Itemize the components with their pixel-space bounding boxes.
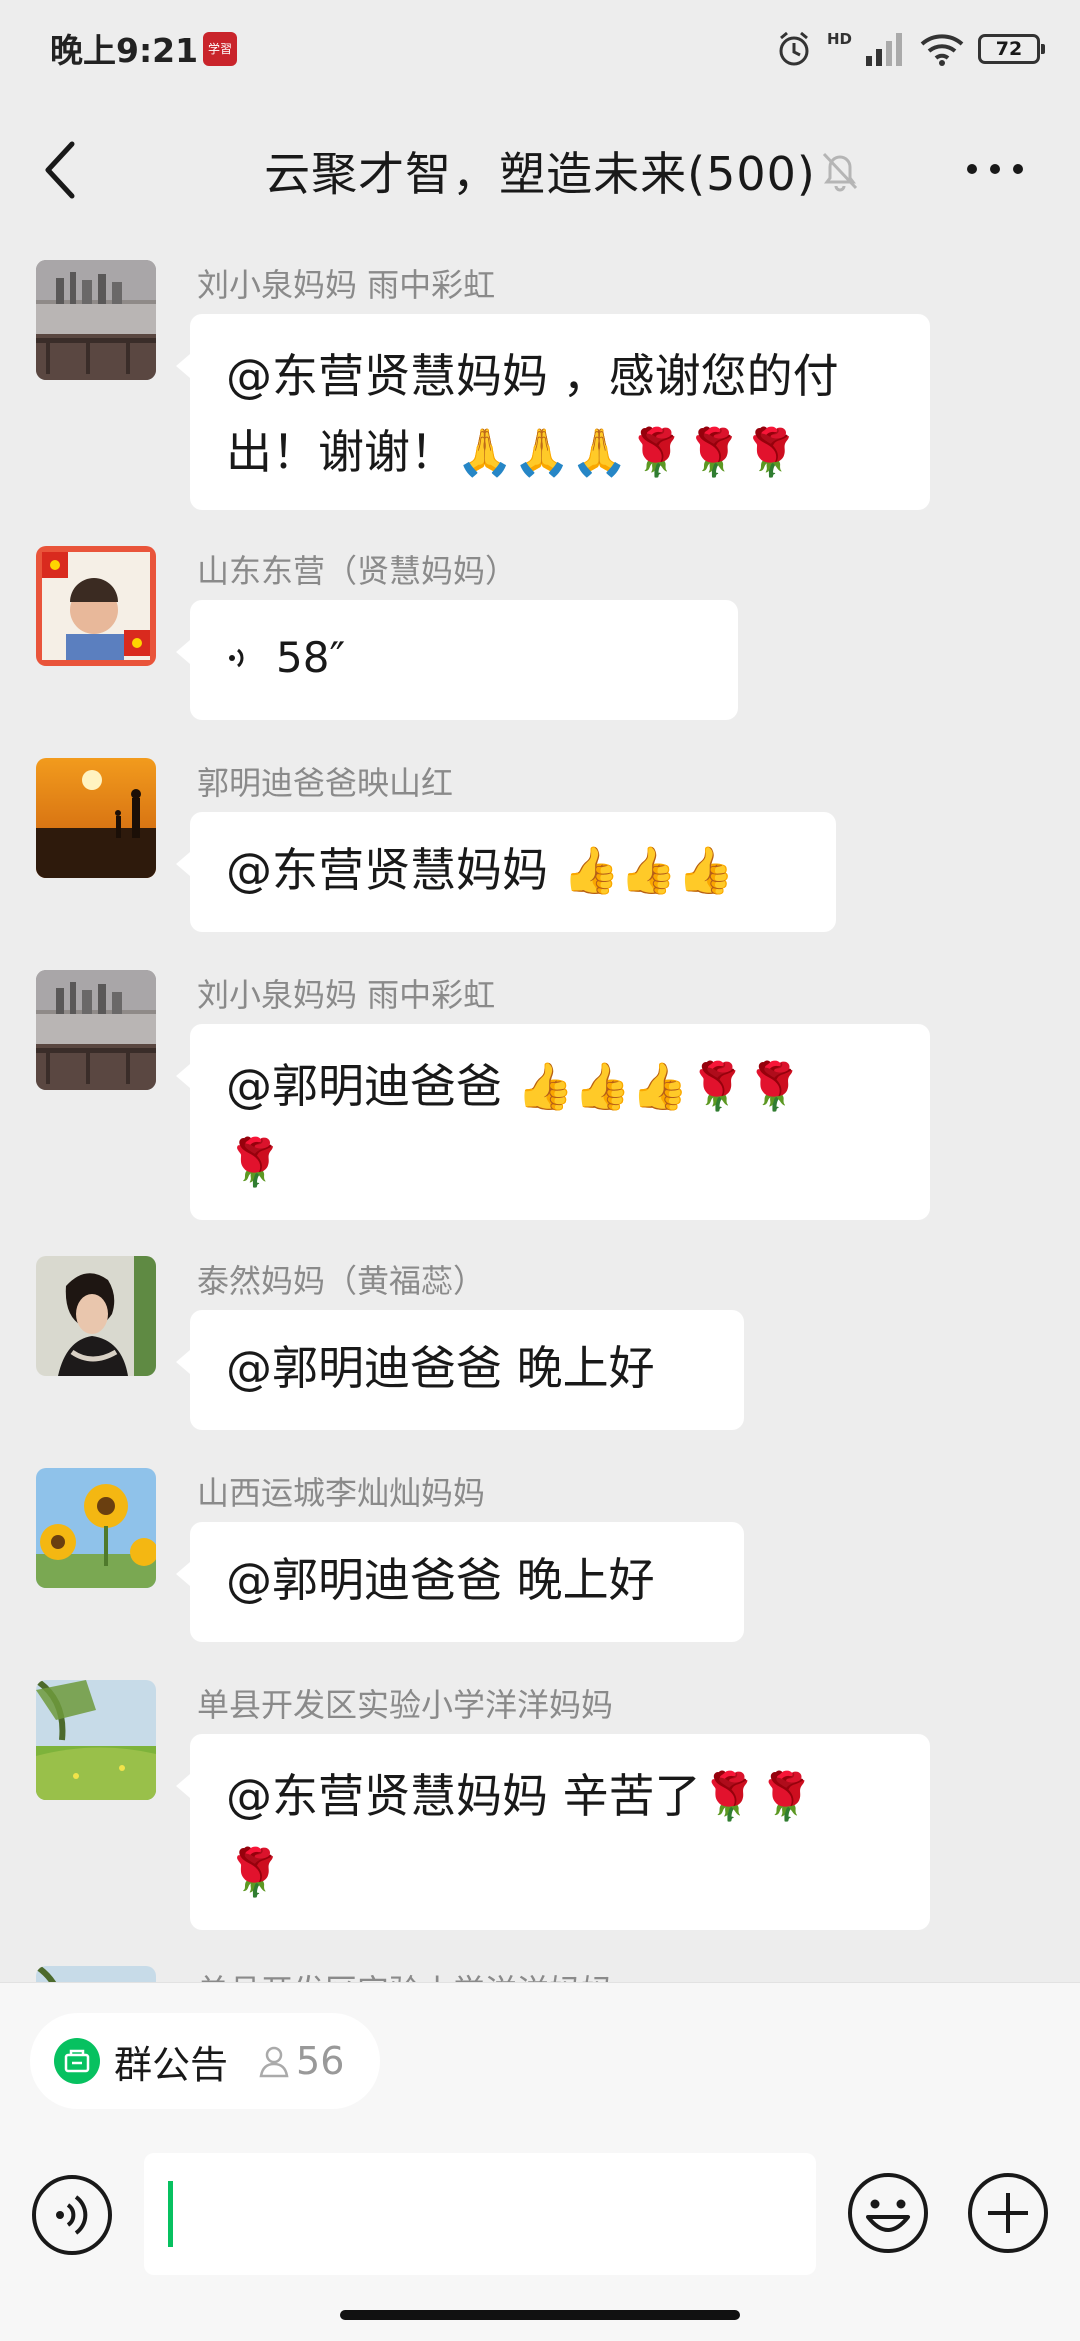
sender-name: 刘小泉妈妈 雨中彩虹: [197, 266, 496, 304]
hd-label: HD: [826, 30, 852, 48]
voice-wave-icon: [229, 648, 244, 668]
message-bubble[interactable]: @东营贤慧妈妈 👍👍👍: [176, 812, 836, 932]
voice-message: 58″: [226, 620, 702, 696]
sender-name: 山西运城李灿灿妈妈: [197, 1474, 486, 1512]
group-notice-label: 群公告: [114, 2042, 229, 2087]
avatar[interactable]: [36, 1966, 156, 1982]
voice-message-bubble[interactable]: 58″: [176, 600, 738, 720]
signal-icon: [866, 33, 902, 66]
message-bubble[interactable]: @郭明迪爸爸 晚上好: [176, 1522, 744, 1642]
message-text: 🌹: [226, 1135, 284, 1189]
message-bubble[interactable]: @东营贤慧妈妈 ，感谢您的付 出！谢谢！🙏🙏🙏🌹🌹🌹: [176, 314, 930, 510]
message-input[interactable]: [144, 2153, 816, 2275]
avatar[interactable]: [36, 1468, 156, 1588]
sender-name: 郭明迪爸爸映山红: [197, 764, 454, 802]
input-panel: 群公告 56: [0, 1982, 1080, 2341]
voice-duration: 58″: [276, 633, 346, 682]
battery-icon: 72: [978, 34, 1045, 64]
avatar[interactable]: [36, 970, 156, 1090]
member-count: 56: [256, 2039, 344, 2083]
more-dots-icon[interactable]: [960, 144, 1030, 194]
text-caret: [168, 2181, 173, 2247]
status-bar: 晚上9:21 学習 HD 72: [0, 0, 1080, 100]
message-text: @东营贤慧妈妈 👍👍👍: [226, 843, 735, 897]
avatar[interactable]: [36, 546, 156, 666]
avatar[interactable]: [36, 1680, 156, 1800]
app-notification-icon: 学習: [203, 32, 237, 66]
emoji-icon[interactable]: [846, 2171, 930, 2255]
avatar[interactable]: [36, 260, 156, 380]
group-notice-button[interactable]: 群公告 56: [30, 2013, 381, 2109]
member-count-value: 56: [296, 2039, 345, 2083]
message-text: @郭明迪爸爸 晚上好: [226, 1553, 655, 1607]
home-indicator[interactable]: [340, 2310, 740, 2320]
avatar[interactable]: [36, 758, 156, 878]
chat-header: 云聚才智，塑造未来(500): [0, 100, 1080, 240]
avatar[interactable]: [36, 1256, 156, 1376]
person-icon: [259, 2046, 289, 2078]
message-bubble[interactable]: @东营贤慧妈妈 辛苦了🌹🌹 🌹: [176, 1734, 930, 1930]
message-text: 出！谢谢！🙏🙏🙏🌹🌹🌹: [226, 425, 800, 479]
wifi-icon: [920, 34, 964, 66]
notice-icon: [54, 2038, 100, 2084]
message-bubble[interactable]: @郭明迪爸爸 晚上好: [176, 1310, 744, 1430]
chat-title: 云聚才智，塑造未来(500): [264, 147, 816, 201]
message-text: @东营贤慧妈妈 ，感谢您的付: [226, 349, 839, 403]
sender-name: 泰然妈妈（黄福蕊）: [197, 1262, 486, 1300]
sender-name: 单县开发区实验小学洋洋妈妈: [197, 1966, 613, 1982]
message-list[interactable]: 刘小泉妈妈 雨中彩虹 @东营贤慧妈妈 ，感谢您的付 出！谢谢！🙏🙏🙏🌹🌹🌹 山东…: [0, 240, 1080, 1982]
message-text: @东营贤慧妈妈 辛苦了🌹🌹: [226, 1769, 816, 1823]
message-text: @郭明迪爸爸 👍👍👍🌹🌹: [226, 1059, 803, 1113]
plus-icon[interactable]: [966, 2171, 1050, 2255]
message-text: 🌹: [226, 1845, 284, 1899]
message-text: @郭明迪爸爸 晚上好: [226, 1341, 655, 1395]
alarm-icon: [779, 31, 809, 66]
bell-muted-icon: [822, 152, 858, 192]
sender-name: 山东东营（贤慧妈妈）: [197, 552, 518, 590]
sender-name: 刘小泉妈妈 雨中彩虹: [197, 976, 496, 1014]
status-icons: HD 72: [775, 26, 1045, 72]
message-bubble[interactable]: @郭明迪爸爸 👍👍👍🌹🌹 🌹: [176, 1024, 930, 1220]
sender-name: 单县开发区实验小学洋洋妈妈: [197, 1686, 614, 1724]
status-time: 晚上9:21: [50, 31, 199, 70]
voice-input-toggle[interactable]: [30, 2173, 114, 2257]
